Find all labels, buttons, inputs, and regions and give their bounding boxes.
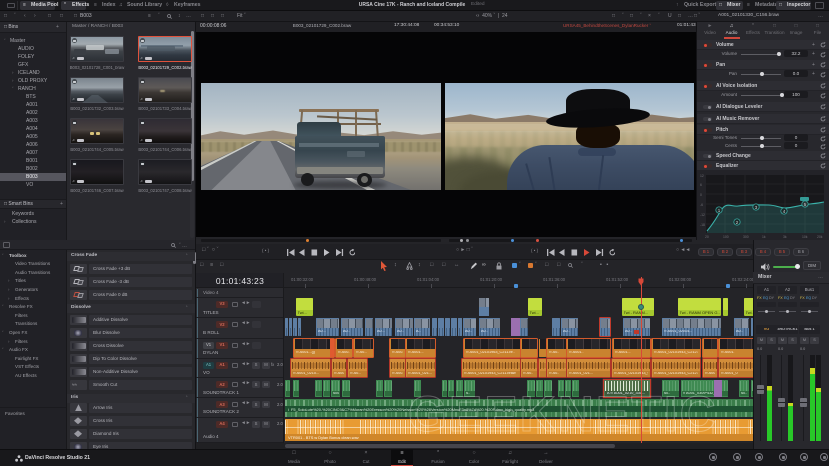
svg-text:100: 100 xyxy=(723,235,729,239)
svg-text:6: 6 xyxy=(700,183,702,187)
svg-text:300: 300 xyxy=(743,235,749,239)
svg-text:1k: 1k xyxy=(762,235,766,239)
svg-text:20k: 20k xyxy=(817,235,823,239)
svg-text:12: 12 xyxy=(700,174,704,178)
svg-text:0: 0 xyxy=(700,193,702,197)
svg-text:20: 20 xyxy=(705,235,709,239)
svg-text:-18: -18 xyxy=(700,223,705,227)
svg-text:-12: -12 xyxy=(700,213,705,217)
svg-text:3k: 3k xyxy=(783,235,787,239)
svg-text:-6: -6 xyxy=(700,203,703,207)
svg-text:10k: 10k xyxy=(802,235,808,239)
